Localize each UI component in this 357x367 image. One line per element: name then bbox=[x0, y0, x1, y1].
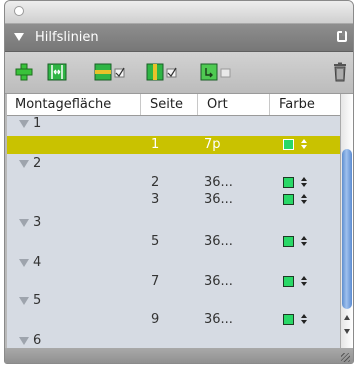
spread-group-6[interactable]: 6 bbox=[7, 333, 340, 348]
disclosure-triangle-icon[interactable] bbox=[19, 337, 29, 345]
position-cell[interactable]: 36... bbox=[204, 192, 233, 207]
color-stepper-icon[interactable] bbox=[300, 274, 308, 288]
scroll-up-arrow-icon[interactable] bbox=[343, 314, 351, 322]
column-divider bbox=[269, 94, 270, 115]
color-swatch[interactable] bbox=[283, 236, 294, 247]
palette-footer bbox=[5, 348, 353, 363]
table-row[interactable]: 2 36... bbox=[7, 174, 340, 192]
collapse-triangle-icon[interactable] bbox=[14, 33, 24, 41]
toolbar bbox=[5, 52, 353, 94]
column-header-position[interactable]: Ort bbox=[207, 97, 228, 112]
guides-list: 1 1 7p 2 2 36... 3 36... 3 5 36... 4 7 3… bbox=[7, 116, 340, 348]
spread-label: 3 bbox=[33, 215, 42, 230]
table-row[interactable]: 5 36... bbox=[7, 233, 340, 251]
table-row[interactable]: 7 36... bbox=[7, 273, 340, 291]
page-cell: 7 bbox=[151, 274, 160, 289]
guides-palette: Hilfslinien Montagefläche Seite Ort Farb… bbox=[4, 0, 354, 364]
position-cell[interactable]: 7p bbox=[204, 137, 221, 152]
disclosure-triangle-icon[interactable] bbox=[19, 297, 29, 305]
color-swatch[interactable] bbox=[283, 314, 294, 325]
table-row[interactable]: 9 36... bbox=[7, 311, 340, 329]
color-stepper-icon[interactable] bbox=[300, 234, 308, 248]
column-header-color[interactable]: Farbe bbox=[279, 97, 315, 112]
spread-label: 4 bbox=[33, 255, 42, 270]
color-stepper-icon[interactable] bbox=[300, 192, 308, 206]
color-swatch[interactable] bbox=[283, 177, 294, 188]
snap-guides-icon[interactable] bbox=[199, 62, 233, 82]
disclosure-triangle-icon[interactable] bbox=[19, 259, 29, 267]
horizontal-guides-icon[interactable] bbox=[93, 62, 127, 82]
position-cell[interactable]: 36... bbox=[204, 312, 233, 327]
position-cell[interactable]: 36... bbox=[204, 234, 233, 249]
column-divider bbox=[197, 94, 198, 115]
color-swatch[interactable] bbox=[283, 194, 294, 205]
vertical-guides-icon[interactable] bbox=[145, 62, 179, 82]
spread-group-5[interactable]: 5 bbox=[7, 293, 340, 311]
panel-menu-icon[interactable] bbox=[337, 31, 347, 42]
panel-header[interactable]: Hilfslinien bbox=[5, 24, 353, 52]
disclosure-triangle-icon[interactable] bbox=[19, 120, 29, 128]
panel-title: Hilfslinien bbox=[35, 30, 99, 45]
spread-label: 6 bbox=[33, 333, 42, 348]
disclosure-triangle-icon[interactable] bbox=[19, 160, 29, 168]
page-cell: 2 bbox=[151, 175, 160, 190]
color-swatch[interactable] bbox=[283, 139, 294, 150]
spread-label: 2 bbox=[33, 156, 42, 171]
add-guide-icon[interactable] bbox=[13, 62, 35, 82]
page-cell: 9 bbox=[151, 312, 160, 327]
position-cell[interactable]: 36... bbox=[204, 175, 233, 190]
spread-label: 1 bbox=[33, 116, 42, 131]
distribute-guides-icon[interactable] bbox=[46, 62, 68, 82]
column-divider bbox=[140, 94, 141, 115]
disclosure-triangle-icon[interactable] bbox=[19, 219, 29, 227]
page-cell: 1 bbox=[151, 137, 160, 152]
spread-group-4[interactable]: 4 bbox=[7, 255, 340, 273]
spread-group-3[interactable]: 3 bbox=[7, 215, 340, 233]
table-row[interactable]: 3 36... bbox=[7, 191, 340, 209]
page-cell: 3 bbox=[151, 192, 160, 207]
column-header-page[interactable]: Seite bbox=[150, 97, 183, 112]
spread-group-2[interactable]: 2 bbox=[7, 156, 340, 174]
color-stepper-icon[interactable] bbox=[300, 175, 308, 189]
vertical-scrollbar[interactable] bbox=[340, 94, 353, 348]
spread-label: 5 bbox=[33, 293, 42, 308]
resize-grip-icon[interactable] bbox=[341, 353, 350, 362]
close-button[interactable] bbox=[14, 6, 24, 16]
color-swatch[interactable] bbox=[283, 276, 294, 287]
column-header-spread[interactable]: Montagefläche bbox=[15, 97, 111, 112]
palette-titlebar[interactable] bbox=[5, 1, 353, 24]
trash-icon[interactable] bbox=[331, 62, 349, 82]
table-row[interactable]: 1 7p bbox=[7, 136, 340, 154]
position-cell[interactable]: 36... bbox=[204, 274, 233, 289]
page-cell: 5 bbox=[151, 234, 160, 249]
color-stepper-icon[interactable] bbox=[300, 312, 308, 326]
color-stepper-icon[interactable] bbox=[300, 137, 308, 151]
scrollbar-thumb[interactable] bbox=[342, 149, 352, 309]
table-header: Montagefläche Seite Ort Farbe bbox=[7, 94, 340, 116]
spread-group-1[interactable]: 1 bbox=[7, 116, 340, 134]
scroll-down-arrow-icon[interactable] bbox=[343, 328, 351, 336]
